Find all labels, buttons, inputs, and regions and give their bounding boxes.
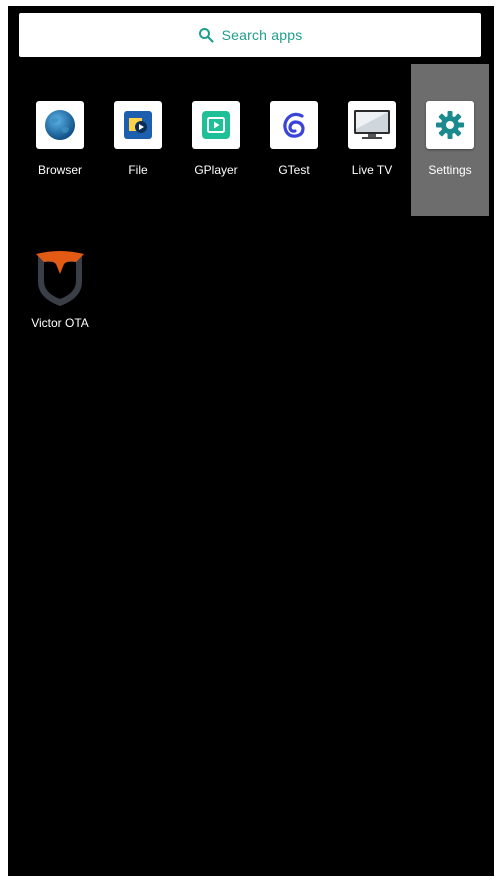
gtest-icon (270, 101, 318, 149)
app-settings[interactable]: Settings (411, 64, 489, 216)
app-label: Live TV (351, 163, 393, 177)
search-apps-label: Search apps (221, 27, 303, 43)
app-file[interactable]: File (99, 64, 177, 216)
app-browser[interactable]: Browser (21, 64, 99, 216)
file-icon (114, 101, 162, 149)
victor-ota-shield-icon (32, 250, 88, 310)
app-live-tv[interactable]: Live TV (333, 64, 411, 216)
search-apps-bar[interactable]: Search apps (19, 13, 481, 57)
app-gtest[interactable]: GTest (255, 64, 333, 216)
app-label: File (128, 163, 148, 177)
browser-globe-icon (36, 101, 84, 149)
tv-icon (348, 101, 396, 149)
app-label: Victor OTA (31, 316, 89, 330)
app-label: GPlayer (194, 163, 238, 177)
app-label: Browser (37, 163, 82, 177)
search-icon (198, 27, 214, 43)
app-label: GTest (278, 163, 310, 177)
app-victor-ota[interactable]: Victor OTA (21, 250, 99, 402)
gear-icon (426, 101, 474, 149)
app-drawer: Search apps Browser File GPlayer GTest L… (8, 6, 494, 876)
app-label: Settings (428, 163, 472, 177)
gplayer-icon (192, 101, 240, 149)
app-gplayer[interactable]: GPlayer (177, 64, 255, 216)
